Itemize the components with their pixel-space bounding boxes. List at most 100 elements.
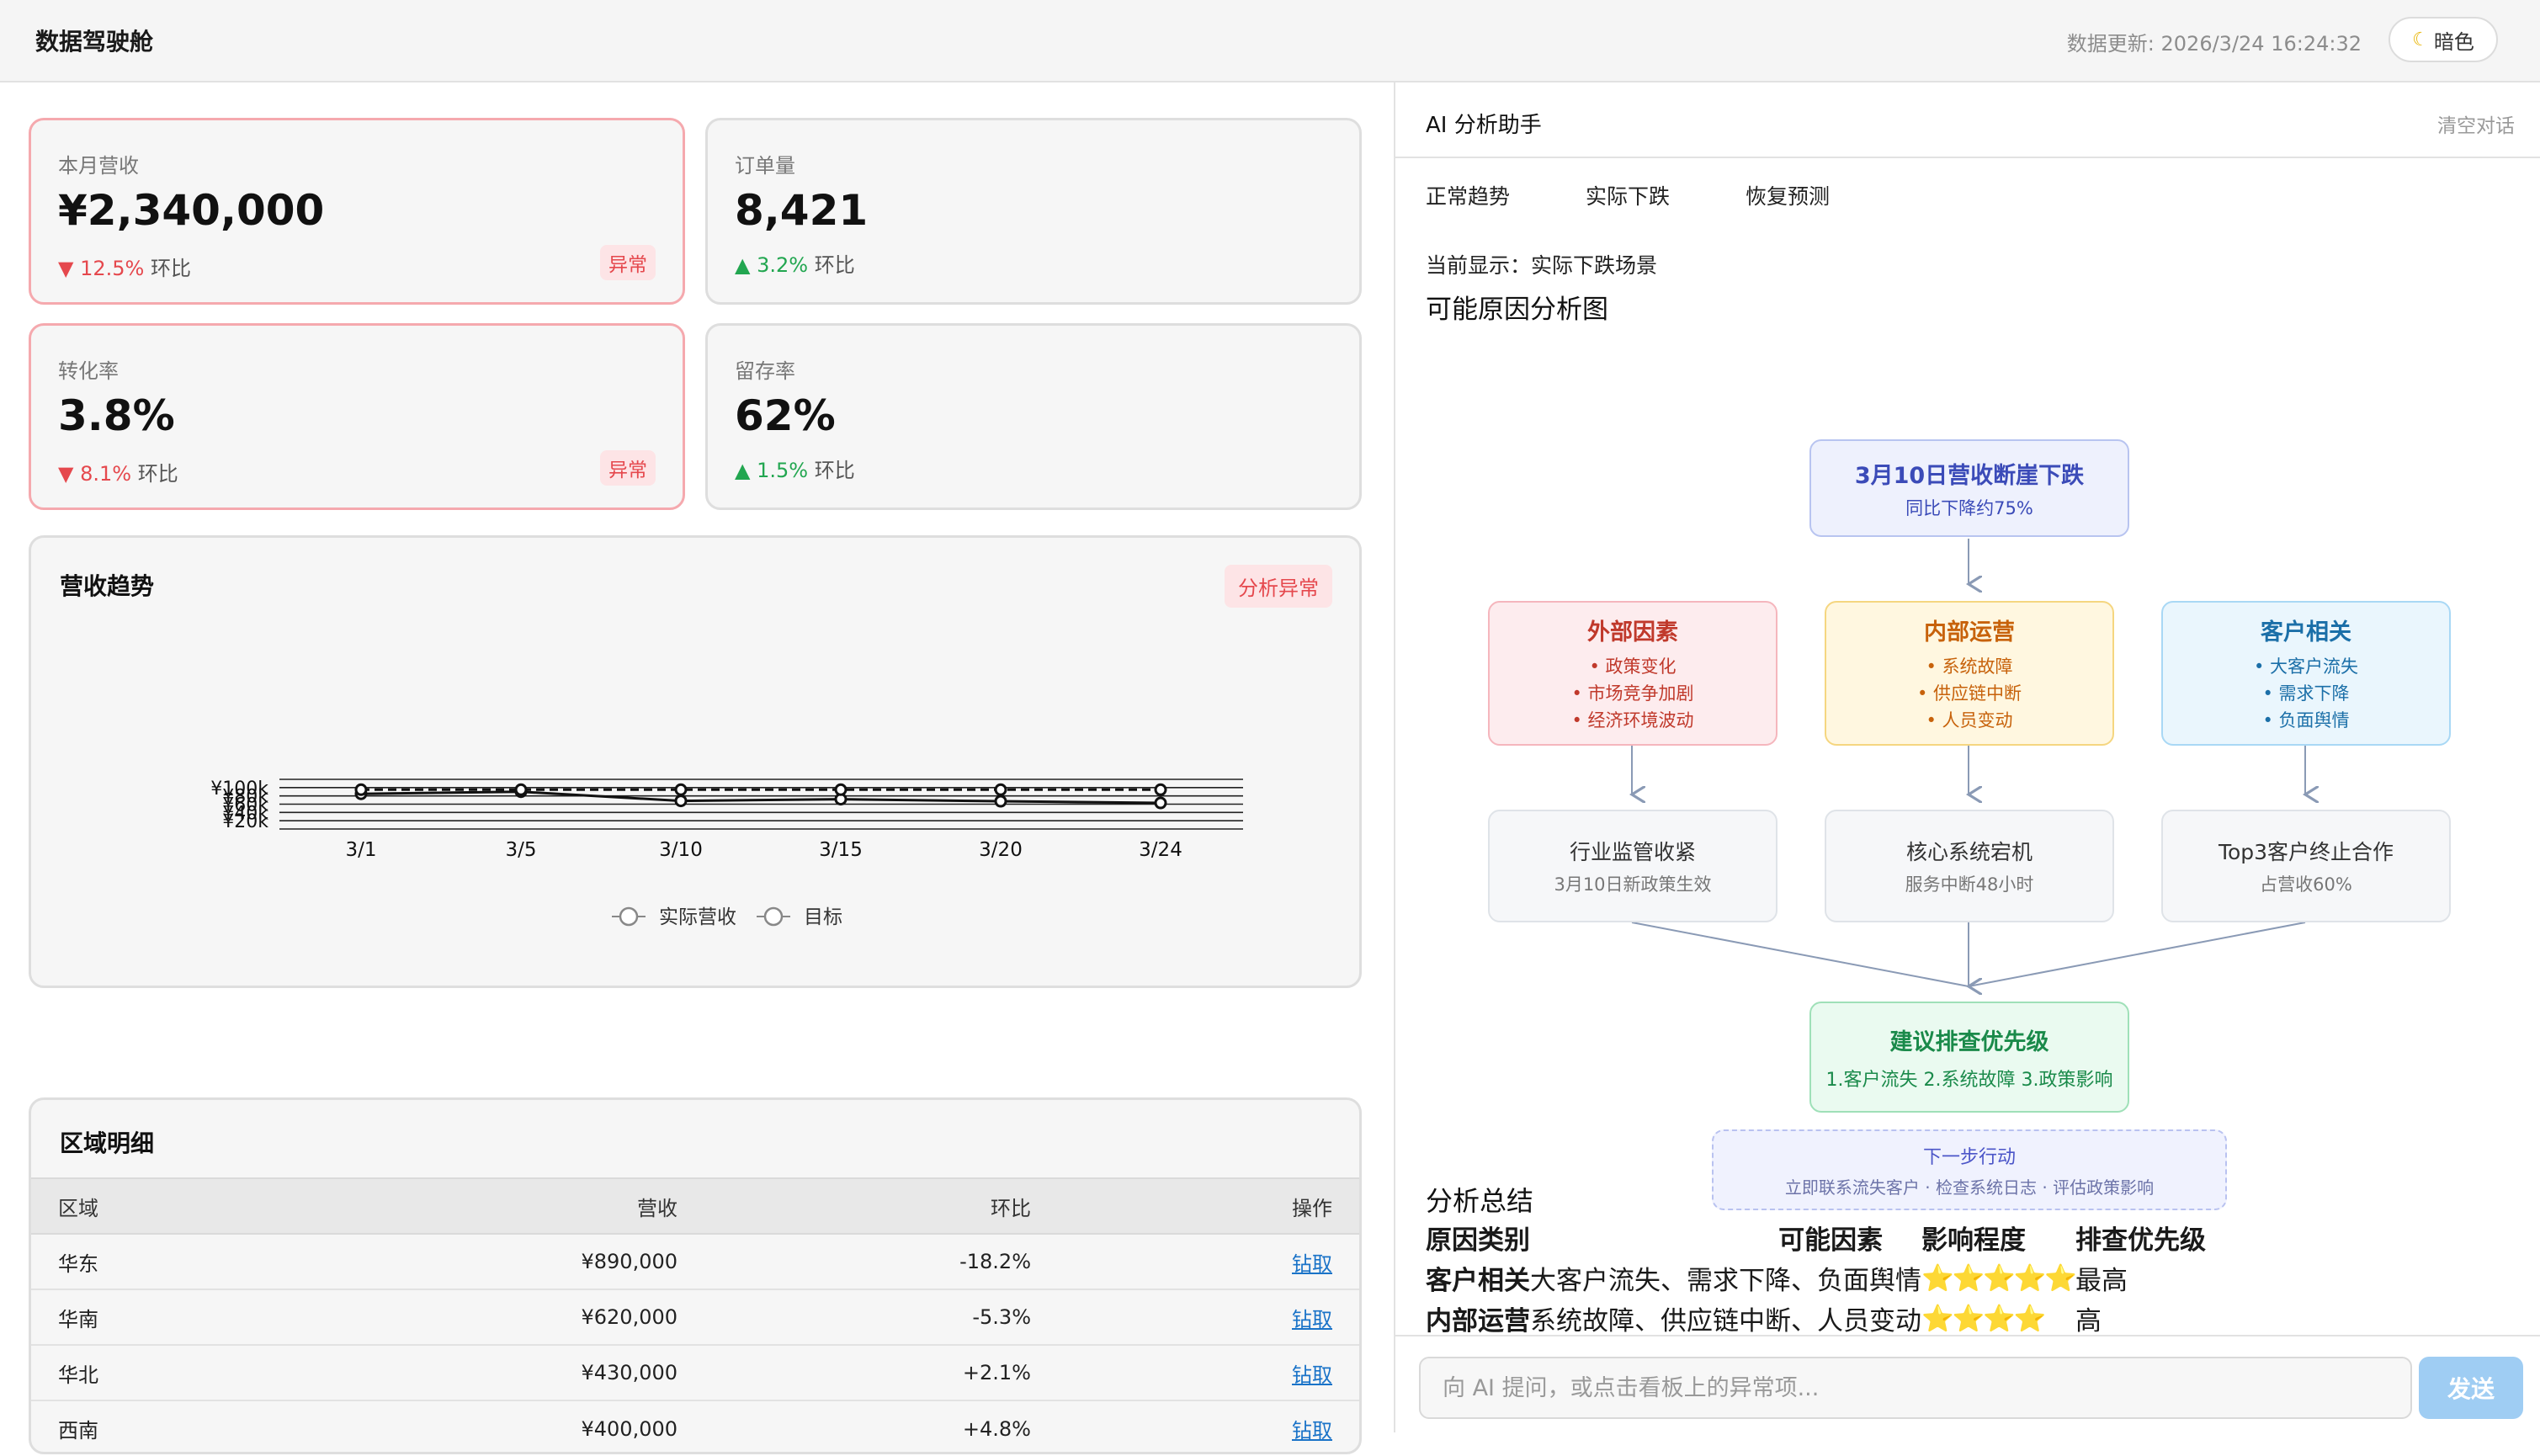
table-row: 西南 ¥400,000 +4.8% 钻取 <box>31 1400 1359 1456</box>
kpi-label: 留存率 <box>735 359 795 383</box>
summary-header-impact: 影响程度 <box>1921 1225 2026 1256</box>
theme-toggle-label: 暗色 <box>2433 29 2474 54</box>
impact-stars: ⭐⭐⭐⭐⭐ <box>1921 1262 2077 1294</box>
moon-icon: ☾ <box>2412 29 2429 50</box>
region-revenue: ¥890,000 <box>351 1234 704 1290</box>
data-point <box>994 794 1007 808</box>
region-name: 华南 <box>31 1289 351 1346</box>
anomaly-badge[interactable]: 异常 <box>600 450 656 486</box>
drill-down-link[interactable]: 钻取 <box>1292 1252 1332 1276</box>
trend-up-icon: ▲ <box>735 459 751 482</box>
legend-marker <box>619 906 639 927</box>
region-change: +2.1% <box>704 1345 1058 1401</box>
app-title: 数据驾驶舱 <box>35 28 154 56</box>
tab-normal-trend[interactable]: 正常趋势 <box>1426 180 1510 210</box>
cause-item: • 系统故障 <box>1926 656 2013 677</box>
column-header-revenue: 营收 <box>351 1177 704 1235</box>
series-line <box>360 790 1161 805</box>
detail-box-top-customers: Top3客户终止合作 占营收60% <box>2161 810 2451 922</box>
internal-operations-box: 内部运营 • 系统故障 • 供应链中断 • 人员变动 <box>1825 601 2114 746</box>
external-factors-box: 外部因素 • 政策变化 • 市场竞争加剧 • 经济环境波动 <box>1488 601 1777 746</box>
table-header-row: 区域 营收 环比 操作 <box>31 1177 1359 1235</box>
table-row: 华东 ¥890,000 -18.2% 钻取 <box>31 1234 1359 1290</box>
data-point <box>674 794 688 808</box>
analyze-anomaly-button[interactable]: 分析异常 <box>1225 565 1332 608</box>
column-header-region: 区域 <box>31 1177 351 1235</box>
clear-chat-button[interactable]: 清空对话 <box>2437 109 2515 138</box>
cause-items: • 系统故障 • 供应链中断 • 人员变动 <box>1917 653 2022 734</box>
send-button[interactable]: 发送 <box>2419 1357 2523 1419</box>
priority-subtitle: 1.客户流失 2.系统故障 3.政策影响 <box>1825 1069 2113 1091</box>
ai-question-input[interactable] <box>1419 1357 2412 1419</box>
top-header: 数据驾驶舱 数据更新: 2026/3/24 16:24:32 ☾ 暗色 <box>0 0 2540 82</box>
kpi-change-value: 12.5% <box>80 257 145 280</box>
trend-down-icon: ▼ <box>58 462 74 486</box>
drill-down-link[interactable]: 钻取 <box>1292 1419 1332 1443</box>
priority-box: 建议排查优先级 1.客户流失 2.系统故障 3.政策影响 <box>1809 1002 2129 1113</box>
drill-down-link[interactable]: 钻取 <box>1292 1363 1332 1387</box>
scenario-tabs: 正常趋势 实际下跌 恢复预测 <box>1426 180 1905 210</box>
detail-box-system-down: 核心系统宕机 服务中断48小时 <box>1825 810 2114 922</box>
cause-item: • 政策变化 <box>1589 656 1677 677</box>
kpi-value: 3.8% <box>58 391 175 440</box>
data-update-time: 数据更新: 2026/3/24 16:24:32 <box>2066 32 2362 56</box>
cause-item: • 市场竞争加剧 <box>1571 683 1694 704</box>
detail-subtitle: 占营收60% <box>2260 874 2352 895</box>
kpi-change-suffix: 环比 <box>151 257 191 280</box>
drill-down-link[interactable]: 钻取 <box>1292 1308 1332 1331</box>
kpi-card-conversion[interactable]: 转化率 3.8% ▼ 8.1% 环比 异常 <box>29 323 685 510</box>
cause-item: • 经济环境波动 <box>1571 709 1694 731</box>
tab-actual-decline[interactable]: 实际下跌 <box>1586 180 1670 210</box>
kpi-card-revenue[interactable]: 本月营收 ¥2,340,000 ▼ 12.5% 环比 异常 <box>29 118 685 305</box>
summary-row: 客户相关大客户流失、需求下降、负面舆情 ⭐⭐⭐⭐⭐ 最高 <box>1426 1257 2206 1298</box>
summary-table: 原因类别 可能因素 影响程度 排查优先级 客户相关大客户流失、需求下降、负面舆情… <box>1426 1217 2206 1338</box>
summary-header-row: 原因类别 可能因素 影响程度 排查优先级 <box>1426 1217 2206 1257</box>
customer-related-box: 客户相关 • 大客户流失 • 需求下降 • 负面舆情 <box>2161 601 2451 746</box>
legend-marker <box>763 906 784 927</box>
region-revenue: ¥400,000 <box>581 1416 678 1441</box>
kpi-card-orders[interactable]: 订单量 8,421 ▲ 3.2% 环比 <box>705 118 1362 305</box>
column-header-change: 环比 <box>704 1177 1058 1235</box>
region-revenue: ¥430,000 <box>351 1345 704 1401</box>
kpi-change-suffix: 环比 <box>814 253 855 277</box>
table-row: 华南 ¥620,000 -5.3% 钻取 <box>31 1289 1359 1346</box>
kpi-change: ▲ 1.5% 环比 <box>735 454 855 483</box>
revenue-line-chart: ¥20k¥40k¥60k¥80k¥100k3/1 3/5 3/10 3/15 3/20 3… <box>210 778 1243 928</box>
data-point <box>514 783 528 796</box>
next-action-box: 下一步行动 立即联系流失客户 · 检查系统日志 · 评估政策影响 <box>1712 1129 2227 1210</box>
region-change: -18.2% <box>704 1234 1058 1290</box>
detail-title: 核心系统宕机 <box>1905 840 2033 864</box>
region-revenue: ¥620,000 <box>351 1289 704 1346</box>
kpi-value: 8,421 <box>735 186 869 235</box>
data-point <box>1154 796 1167 810</box>
summary-priority: 最高 <box>2075 1265 2128 1296</box>
cause-item: • 负面舆情 <box>2262 709 2350 731</box>
x-tick-label: 3/5 <box>505 839 536 861</box>
priority-title: 建议排查优先级 <box>1889 1028 2049 1055</box>
data-point <box>1154 783 1167 796</box>
data-point <box>354 783 368 796</box>
theme-toggle-button[interactable]: ☾ 暗色 <box>2389 17 2498 62</box>
summary-cell: 客户相关大客户流失、需求下降、负面舆情 <box>1426 1257 1921 1298</box>
trend-down-icon: ▼ <box>58 257 74 280</box>
anomaly-badge[interactable]: 异常 <box>600 245 656 280</box>
region-name: 华北 <box>31 1345 351 1401</box>
legend-label: 实际营收 <box>659 906 736 928</box>
detail-box-regulation: 行业监管收紧 3月10日新政策生效 <box>1488 810 1777 922</box>
cause-items: • 大客户流失 • 需求下降 • 负面舆情 <box>2254 653 2358 734</box>
kpi-value: 62% <box>735 391 836 440</box>
cause-title: 内部运营 <box>1924 619 2015 646</box>
cause-item: • 供应链中断 <box>1916 683 2022 704</box>
cause-items: • 政策变化 • 市场竞争加剧 • 经济环境波动 <box>1571 653 1693 734</box>
region-change: +4.8% <box>962 1416 1031 1441</box>
revenue-trend-panel: 营收趋势 分析异常 ¥20k ¥40k ¥60k ¥80k ¥100k 3/1 3/5 3/1… <box>29 535 1362 988</box>
region-table: 区域 营收 环比 操作 华东 ¥890,000 -18.2% 钻取 华南 ¥62… <box>31 1177 1359 1456</box>
summary-header-category: 原因类别 <box>1426 1225 1530 1256</box>
kpi-change-value: 1.5% <box>757 459 809 482</box>
summary-factors: 系统故障、供应链中断、人员变动 <box>1530 1305 1921 1336</box>
kpi-card-retention[interactable]: 留存率 62% ▲ 1.5% 环比 <box>705 323 1362 510</box>
detail-title: Top3客户终止合作 <box>2218 840 2394 864</box>
cause-item: • 需求下降 <box>2262 683 2350 704</box>
tab-recovery-forecast[interactable]: 恢复预测 <box>1746 180 1830 210</box>
summary-cell: 内部运营系统故障、供应链中断、人员变动 <box>1426 1298 1921 1338</box>
